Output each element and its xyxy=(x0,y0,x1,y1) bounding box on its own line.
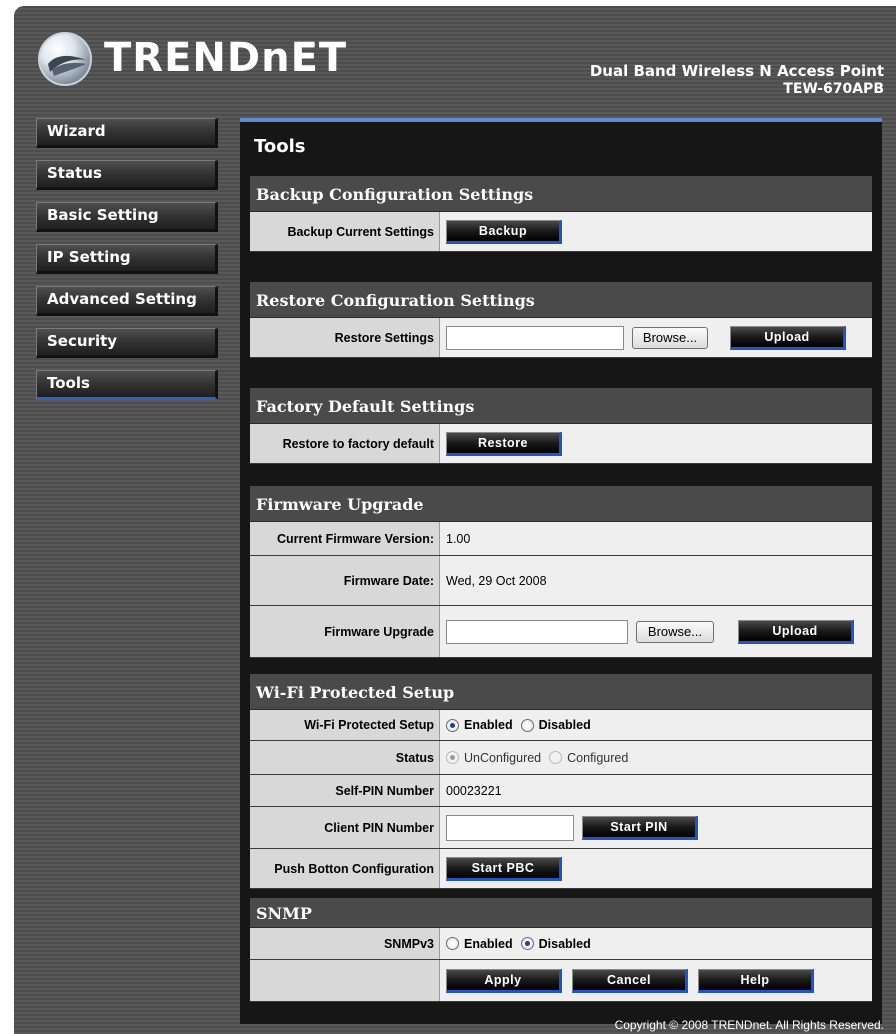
help-button[interactable]: Help xyxy=(698,968,814,993)
wps-label: Wi-Fi Protected Setup xyxy=(250,710,440,740)
cancel-button[interactable]: Cancel xyxy=(572,968,688,993)
restore-heading: Restore Configuration Settings xyxy=(250,282,872,318)
client-pin-input[interactable] xyxy=(446,814,574,841)
firmware-file-input[interactable] xyxy=(446,619,628,644)
firmware-date-value: Wed, 29 Oct 2008 xyxy=(440,556,872,605)
brand-logo-text: TRENDnET xyxy=(104,35,348,81)
firmware-version-value: 1.00 xyxy=(440,522,872,555)
restore-section: Restore Configuration Settings Restore S… xyxy=(250,282,872,358)
header: TRENDnET Dual Band Wireless N Access Poi… xyxy=(14,6,896,106)
sidebar-item-basic-setting[interactable]: Basic Setting xyxy=(36,202,218,232)
wps-disabled-radio[interactable] xyxy=(520,718,534,732)
status-configured-label: Configured xyxy=(567,750,629,765)
pbc-row: Push Botton Configuration Start PBC xyxy=(250,849,872,889)
self-pin-value: 00023221 xyxy=(440,775,872,806)
factory-section: Factory Default Settings Restore to fact… xyxy=(250,388,872,464)
firmware-date-label: Firmware Date: xyxy=(250,556,440,605)
firmware-version-label: Current Firmware Version: xyxy=(250,522,440,555)
restore-row: Restore Settings Browse... Upload xyxy=(250,318,872,358)
self-pin-row: Self-PIN Number 00023221 xyxy=(250,775,872,807)
sidebar-item-ip-setting[interactable]: IP Setting xyxy=(36,244,218,274)
snmp-disabled-label: Disabled xyxy=(538,936,591,951)
backup-button[interactable]: Backup xyxy=(446,219,562,244)
backup-row: Backup Current Settings Backup xyxy=(250,212,872,252)
firmware-upgrade-label: Firmware Upgrade xyxy=(250,606,440,657)
restore-browse-button[interactable]: Browse... xyxy=(632,326,708,349)
factory-label: Restore to factory default xyxy=(250,424,440,463)
page-frame: TRENDnET Dual Band Wireless N Access Poi… xyxy=(14,6,896,1034)
snmp-section: SNMP SNMPv3 Enabled Disabled Apply Cance… xyxy=(250,898,872,1002)
start-pin-button[interactable]: Start PIN xyxy=(582,815,698,840)
wps-status-row: Status UnConfigured Configured xyxy=(250,741,872,775)
factory-heading: Factory Default Settings xyxy=(250,388,872,424)
restore-label: Restore Settings xyxy=(250,318,440,357)
backup-section: Backup Configuration Settings Backup Cur… xyxy=(250,176,872,252)
wps-disabled-label: Disabled xyxy=(538,718,591,732)
snmp-row: SNMPv3 Enabled Disabled xyxy=(250,928,872,960)
pbc-label: Push Botton Configuration xyxy=(250,849,440,888)
firmware-upload-button[interactable]: Upload xyxy=(738,619,854,644)
firmware-date-row: Firmware Date: Wed, 29 Oct 2008 xyxy=(250,556,872,606)
factory-row: Restore to factory default Restore xyxy=(250,424,872,464)
product-title: Dual Band Wireless N Access Point xyxy=(589,62,884,80)
trendnet-logo-icon xyxy=(38,32,92,86)
client-pin-row: Client PIN Number Start PIN xyxy=(250,807,872,849)
restore-default-button[interactable]: Restore xyxy=(446,431,562,456)
sidebar-item-wizard[interactable]: Wizard xyxy=(36,118,218,148)
actions-row: Apply Cancel Help xyxy=(250,960,872,1002)
snmp-disabled-radio[interactable] xyxy=(520,937,534,950)
restore-file-input[interactable] xyxy=(446,325,624,350)
sidebar-nav: Wizard Status Basic Setting IP Setting A… xyxy=(36,118,220,412)
status-unconfigured-radio xyxy=(446,751,459,764)
snmp-heading: SNMP xyxy=(250,898,872,928)
firmware-section: Firmware Upgrade Current Firmware Versio… xyxy=(250,486,872,658)
wps-heading: Wi-Fi Protected Setup xyxy=(250,674,872,710)
start-pbc-button[interactable]: Start PBC xyxy=(446,856,562,881)
firmware-version-row: Current Firmware Version: 1.00 xyxy=(250,522,872,556)
self-pin-label: Self-PIN Number xyxy=(250,775,440,806)
wps-enabled-label: Enabled xyxy=(464,718,513,732)
main-panel: Tools Backup Configuration Settings Back… xyxy=(240,118,882,1024)
snmp-label: SNMPv3 xyxy=(250,928,440,959)
page-title: Tools xyxy=(254,136,306,157)
status-configured-radio xyxy=(549,751,563,764)
sidebar-item-tools[interactable]: Tools xyxy=(36,370,218,400)
sidebar-item-security[interactable]: Security xyxy=(36,328,218,358)
backup-heading: Backup Configuration Settings xyxy=(250,176,872,212)
client-pin-label: Client PIN Number xyxy=(250,807,440,848)
wps-toggle-row: Wi-Fi Protected Setup Enabled Disabled xyxy=(250,710,872,741)
apply-button[interactable]: Apply xyxy=(446,968,562,993)
backup-label: Backup Current Settings xyxy=(250,212,440,251)
sidebar-item-status[interactable]: Status xyxy=(36,160,218,190)
copyright-text: Copyright © 2008 TRENDnet. All Rights Re… xyxy=(614,1018,884,1032)
wps-status-label: Status xyxy=(250,741,440,774)
firmware-browse-button[interactable]: Browse... xyxy=(636,620,714,643)
status-unconfigured-label: UnConfigured xyxy=(464,750,542,765)
snmp-enabled-label: Enabled xyxy=(464,936,513,951)
firmware-upgrade-row: Firmware Upgrade Browse... Upload xyxy=(250,606,872,658)
wps-enabled-radio[interactable] xyxy=(446,718,459,732)
product-model: TEW-670APB xyxy=(783,81,884,97)
sidebar-item-advanced-setting[interactable]: Advanced Setting xyxy=(36,286,218,316)
restore-upload-button[interactable]: Upload xyxy=(730,325,846,350)
firmware-heading: Firmware Upgrade xyxy=(250,486,872,522)
snmp-enabled-radio[interactable] xyxy=(446,937,459,950)
wps-section: Wi-Fi Protected Setup Wi-Fi Protected Se… xyxy=(250,674,872,889)
